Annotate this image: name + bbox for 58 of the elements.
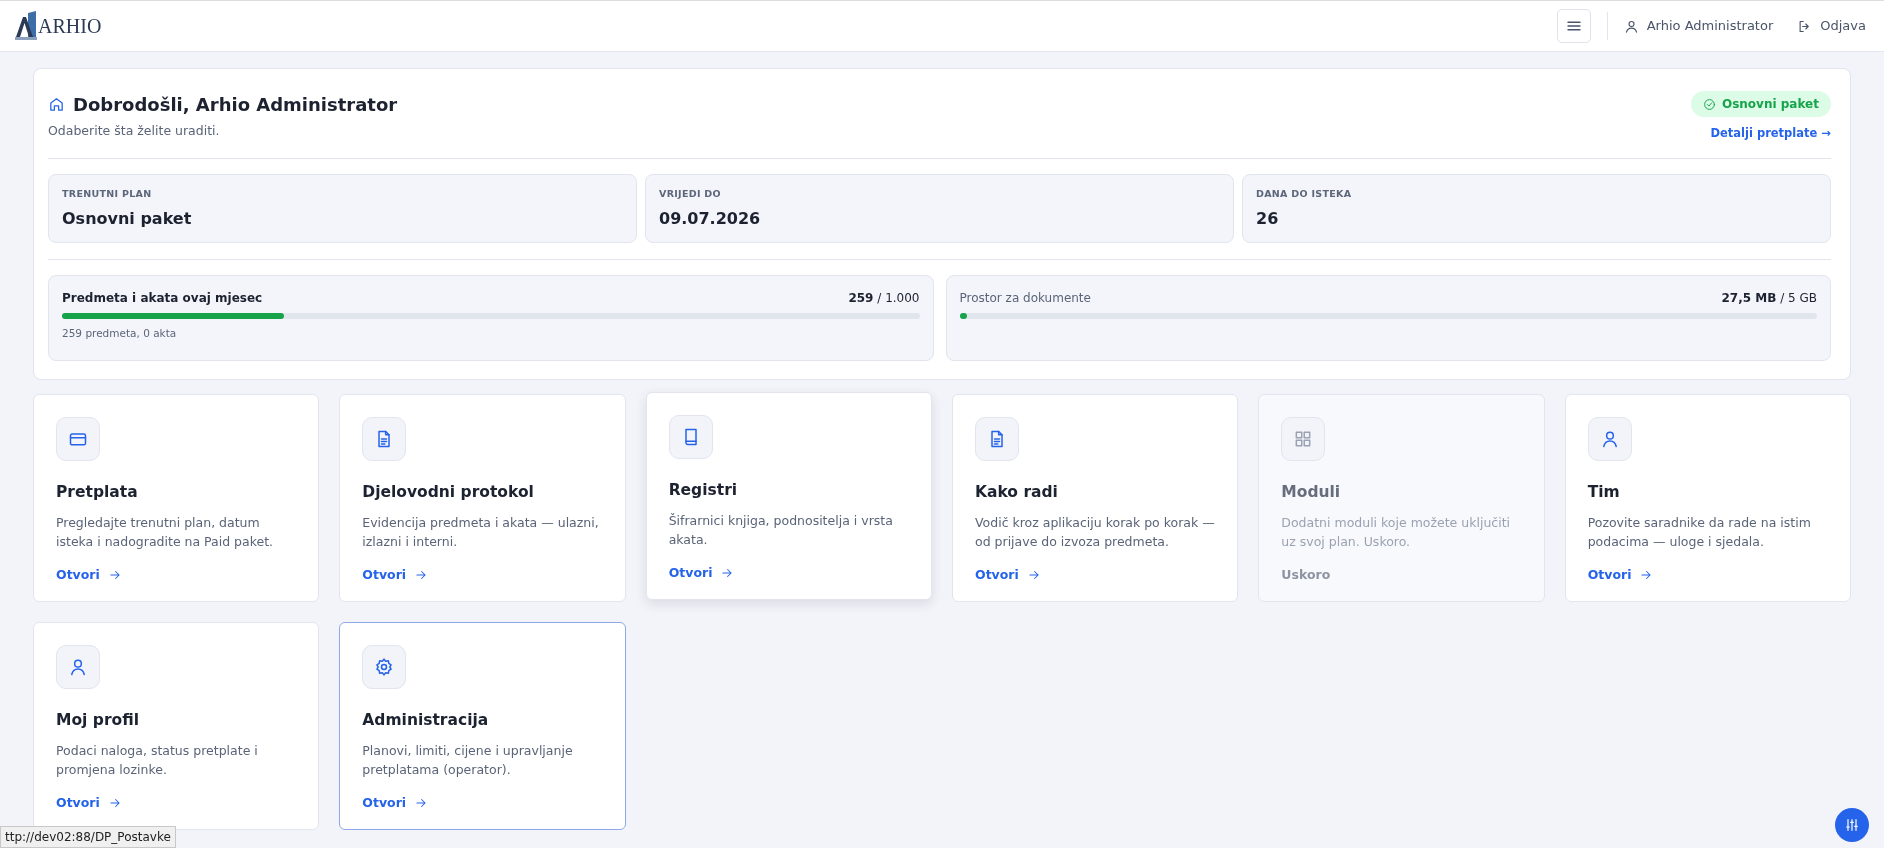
card-description: Vodič kroz aplikaciju korak po korak — od prijave do izvoza predmeta. — [975, 513, 1216, 552]
open-link[interactable]: Otvori — [362, 565, 429, 585]
card-title: Administracija — [362, 709, 490, 731]
welcome-title: Dobrodošli, Arhio Administrator — [73, 93, 398, 117]
person-icon — [1623, 18, 1639, 34]
card-title: Pretplata — [56, 481, 139, 503]
card-title: Moj profil — [56, 709, 140, 731]
card-title: Registri — [668, 479, 739, 501]
card-description: Evidencija predmeta i akata — ulazni, izlazni i interni. — [362, 513, 600, 552]
logout-link[interactable]: Odjava — [1797, 16, 1866, 36]
menu-button[interactable] — [1556, 9, 1591, 43]
module-card[interactable]: Moj profil Podaci naloga, status pretplate i promjena lozinke. Otvori — [33, 621, 320, 830]
stat-label: VRIJEDI DO — [659, 187, 722, 202]
stat-label: DANA DO ISTEKA — [1256, 187, 1353, 202]
open-link[interactable]: Otvori — [362, 793, 429, 813]
module-card[interactable]: Kako radi Vodič kroz aplikaciju korak po korak — od prijave do izvoza predmeta. Otvori — [952, 393, 1239, 602]
logo-text: ARHIO — [38, 14, 102, 39]
open-link[interactable]: Otvori — [975, 565, 1041, 585]
usage-note: 259 predmeta, 0 akta — [62, 325, 178, 341]
card-title: Djelovodni protokol — [362, 481, 535, 503]
usage-reading: 259 / 1.000 — [848, 289, 920, 307]
card-title: Tim — [1587, 481, 1621, 503]
check-circle-icon — [1703, 97, 1716, 111]
card-description: Šifrarnici knjiga, podnositelja i vrsta akata. — [668, 511, 894, 550]
stat-value: Osnovni paket — [62, 207, 193, 230]
card-description: Dodatni moduli koje možete uključiti uz svoj plan. Uskoro. — [1281, 513, 1512, 552]
plan-badge: Osnovni paket — [1691, 91, 1831, 117]
card-description: Pozovite saradnike da rade na istim podacima — uloge i sjedala. — [1587, 513, 1812, 552]
module-card[interactable]: Registri Šifrarnici knjiga, podnositelja i vrsta akata. Otvori — [645, 391, 932, 600]
usage-label: Predmeta i akata ovaj mjesec — [62, 289, 263, 307]
module-card[interactable]: Tim Pozovite saradnike da rade na istim podacima — uloge i sjedala. Otvori — [1564, 393, 1851, 602]
coming-soon-label: Uskoro — [1281, 565, 1331, 584]
stat-value: 26 — [1256, 207, 1280, 230]
sliders-icon — [1844, 817, 1860, 833]
welcome-subtitle: Odaberite šta želite uraditi. — [48, 122, 221, 140]
stat-value: 09.07.2026 — [659, 207, 762, 230]
card-title: Kako radi — [975, 481, 1059, 503]
module-card[interactable]: Djelovodni protokol Evidencija predmeta i akata — ulazni, izlazni i interni. Otvori — [339, 393, 626, 602]
status-url: ttp://dev02:88/DP_Postavke — [0, 826, 176, 848]
stat-label: TRENUTNI PLAN — [62, 187, 153, 202]
module-card[interactable]: Administracija Planovi, limiti, cijene i upravljanje pretplatama (operator). Otvori — [339, 621, 626, 830]
subscription-details-link[interactable]: Detalji pretplate → — [1710, 125, 1831, 143]
home-icon — [48, 96, 65, 113]
module-card[interactable]: Pretplata Pregledajte trenutni plan, datum isteka i nadogradite na Paid paket. Otvori — [33, 393, 320, 602]
card-title: Moduli — [1281, 481, 1342, 503]
card-description: Pregledajte trenutni plan, datum isteka i nadogradite na Paid paket. — [56, 513, 275, 552]
settings-button[interactable] — [1835, 808, 1869, 842]
open-link[interactable]: Otvori — [668, 563, 735, 583]
usage-reading: 27,5 MB / 5 GB — [1721, 289, 1817, 307]
usage-label: Prostor za dokumente — [959, 289, 1091, 307]
card-description: Podaci naloga, status pretplate i promjena lozinke. — [56, 741, 259, 780]
user-menu-link[interactable]: Arhio Administrator — [1623, 16, 1774, 36]
open-link[interactable]: Otvori — [1587, 565, 1654, 585]
gear-icon — [374, 656, 395, 677]
logo-icon — [14, 11, 38, 41]
open-link[interactable]: Otvori — [56, 793, 122, 813]
card-description: Planovi, limiti, cijene i upravljanje pretplatama (operator). — [362, 741, 574, 780]
open-link[interactable]: Otvori — [56, 565, 122, 585]
